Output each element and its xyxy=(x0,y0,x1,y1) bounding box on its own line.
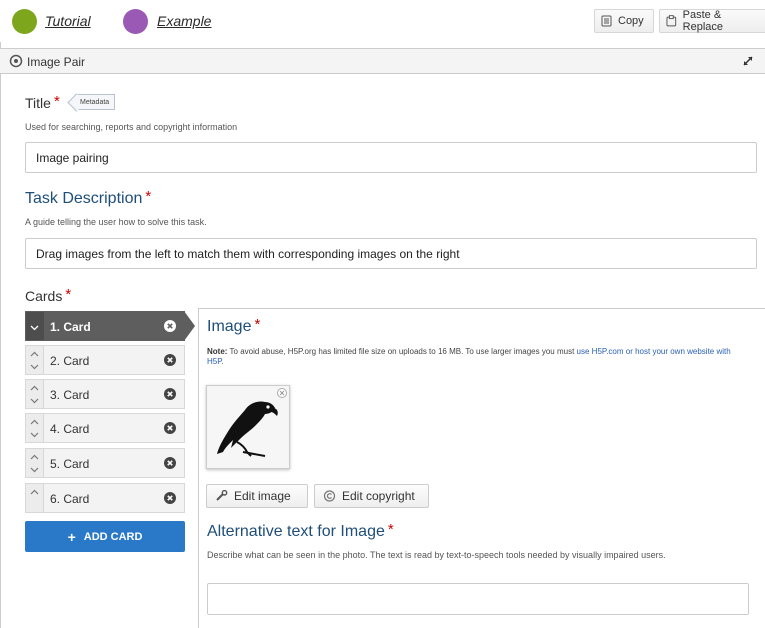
edit-image-label: Edit image xyxy=(234,489,291,503)
cards-label-text: Cards xyxy=(25,288,63,304)
card-label: 4. Card xyxy=(50,422,90,436)
note-text: To avoid abuse, H5P.org has limited file… xyxy=(227,347,577,356)
title-input[interactable]: Image pairing xyxy=(25,142,757,173)
required-marker: * xyxy=(145,188,152,205)
image-label: Image * xyxy=(207,316,261,336)
example-icon[interactable] xyxy=(123,9,148,34)
active-card-pointer xyxy=(184,311,195,341)
task-description-help: A guide telling the user how to solve th… xyxy=(25,217,207,227)
parrot-image xyxy=(217,401,278,457)
wrench-icon xyxy=(216,490,228,501)
remove-card-icon[interactable] xyxy=(164,457,176,469)
card-order-control[interactable] xyxy=(26,380,44,408)
chevron-up-icon[interactable] xyxy=(30,488,39,497)
image-label-text: Image xyxy=(207,318,252,335)
copy-icon xyxy=(601,15,612,27)
chevron-down-icon[interactable] xyxy=(30,323,39,332)
edit-copyright-label: Edit copyright xyxy=(342,489,415,503)
remove-card-icon[interactable] xyxy=(164,320,176,332)
content-type-title: Image Pair xyxy=(27,55,86,69)
required-marker: * xyxy=(387,521,394,538)
remove-card-icon[interactable] xyxy=(164,388,176,400)
remove-card-icon[interactable] xyxy=(164,492,176,504)
example-link[interactable]: Example xyxy=(157,13,211,29)
chevron-down-icon[interactable] xyxy=(30,465,39,474)
remove-card-icon[interactable] xyxy=(164,354,176,366)
cards-label: Cards * xyxy=(25,286,72,305)
image-thumbnail[interactable] xyxy=(206,385,290,469)
card-order-control[interactable] xyxy=(26,449,44,477)
task-description-value: Drag images from the left to match them … xyxy=(36,246,460,261)
alt-text-label-text: Alternative text for Image xyxy=(207,523,385,540)
tutorial-icon[interactable] xyxy=(12,9,37,34)
title-label-text: Title xyxy=(25,95,51,111)
card-item-5[interactable]: 5. Card xyxy=(25,448,185,478)
card-item-1[interactable]: 1. Card xyxy=(25,311,195,341)
add-card-button[interactable]: + ADD CARD xyxy=(25,521,185,552)
chevron-up-icon[interactable] xyxy=(30,384,39,393)
image-pair-icon xyxy=(9,54,23,68)
chevron-down-icon[interactable] xyxy=(30,430,39,439)
required-marker: * xyxy=(254,316,261,333)
chevron-up-icon[interactable] xyxy=(30,418,39,427)
alt-text-label: Alternative text for Image * xyxy=(207,521,394,541)
chevron-up-icon[interactable] xyxy=(30,453,39,462)
chevron-up-icon[interactable] xyxy=(30,350,39,359)
note-end: . xyxy=(221,357,224,366)
plus-icon: + xyxy=(67,528,76,545)
metadata-button[interactable]: Metadata xyxy=(76,94,116,110)
copyright-icon xyxy=(323,490,336,502)
required-marker: * xyxy=(53,93,60,110)
copy-button[interactable]: Copy xyxy=(594,9,654,33)
edit-image-button[interactable]: Edit image xyxy=(206,484,308,508)
title-label: Title * xyxy=(25,93,60,112)
metadata-label: Metadata xyxy=(80,98,110,106)
task-description-label: Task Description * xyxy=(25,188,152,208)
required-marker: * xyxy=(65,286,72,303)
alt-text-input[interactable] xyxy=(207,583,749,615)
upload-note: Note: To avoid abuse, H5P.org has limite… xyxy=(207,347,742,367)
card-label: 2. Card xyxy=(50,354,90,368)
edit-copyright-button[interactable]: Edit copyright xyxy=(314,484,429,508)
card-item-6[interactable]: 6. Card xyxy=(25,483,185,513)
card-label: 6. Card xyxy=(50,492,90,506)
card-item-4[interactable]: 4. Card xyxy=(25,413,185,443)
card-order-control[interactable] xyxy=(26,414,44,442)
remove-image-icon[interactable] xyxy=(277,388,287,398)
expand-icon[interactable] xyxy=(741,54,755,68)
title-input-value: Image pairing xyxy=(36,150,109,165)
task-description-input[interactable]: Drag images from the left to match them … xyxy=(25,238,757,269)
top-toolbar: Tutorial Example Copy Paste & Replace xyxy=(0,0,765,42)
add-card-label: ADD CARD xyxy=(83,530,143,543)
note-bold: Note: xyxy=(207,347,228,356)
chevron-down-icon[interactable] xyxy=(30,396,39,405)
card-order-control[interactable] xyxy=(26,484,44,512)
copy-button-label: Copy xyxy=(618,15,644,27)
tutorial-link[interactable]: Tutorial xyxy=(45,13,91,29)
card-item-3[interactable]: 3. Card xyxy=(25,379,185,409)
card-label: 3. Card xyxy=(50,388,90,402)
card-order-control[interactable] xyxy=(26,346,44,374)
paste-replace-button[interactable]: Paste & Replace xyxy=(659,9,765,33)
card-item-2[interactable]: 2. Card xyxy=(25,345,185,375)
chevron-down-icon[interactable] xyxy=(30,362,39,371)
alt-text-description: Describe what can be seen in the photo. … xyxy=(207,550,666,560)
clipboard-icon xyxy=(666,15,677,27)
card-label: 5. Card xyxy=(50,457,90,471)
title-description: Used for searching, reports and copyrigh… xyxy=(25,122,238,132)
card-order-control[interactable] xyxy=(26,312,44,340)
content-type-header: Image Pair xyxy=(0,48,765,74)
paste-replace-label: Paste & Replace xyxy=(682,9,724,33)
task-description-label-text: Task Description xyxy=(25,190,143,207)
card-label: 1. Card xyxy=(50,320,91,334)
remove-card-icon[interactable] xyxy=(164,422,176,434)
